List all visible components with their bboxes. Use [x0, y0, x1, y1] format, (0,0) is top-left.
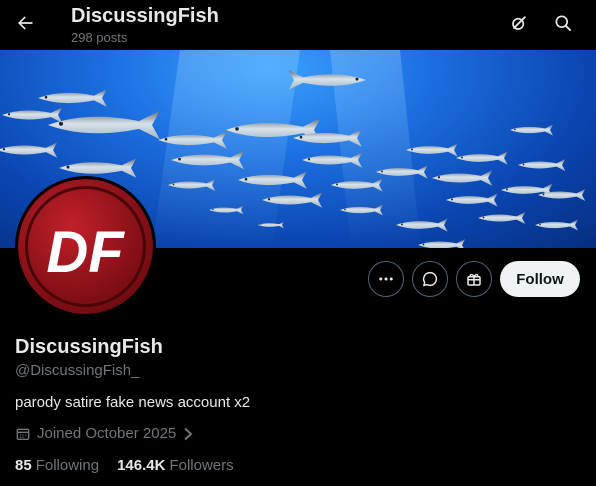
fish-shape [510, 124, 553, 136]
fish-shape [518, 158, 566, 172]
follow-stats: 85 Following 146.4K Followers [15, 456, 234, 476]
followers-link[interactable]: 146.4K Followers [117, 456, 234, 476]
chevron-right-icon [184, 427, 193, 441]
following-label: Following [35, 457, 100, 474]
fish-shape [418, 238, 466, 248]
fish-shape [38, 89, 107, 107]
followers-label: Followers [169, 457, 234, 474]
fish-shape [535, 219, 578, 231]
fish-shape [2, 107, 63, 123]
fish-shape [432, 170, 493, 186]
fish-shape [48, 110, 160, 140]
message-icon [422, 271, 438, 287]
calendar-icon [16, 428, 30, 440]
following-link[interactable]: 85 Following [15, 456, 99, 476]
profile-handle: @DiscussingFish_ [15, 362, 140, 379]
profile-bio: parody satire fake news account x2 [15, 394, 251, 411]
fish-shape [478, 211, 526, 225]
following-count: 85 [15, 457, 32, 474]
message-button[interactable] [412, 261, 448, 297]
grok-button[interactable] [504, 8, 534, 38]
discussingfish-logo: DF [18, 179, 153, 314]
profile-avatar[interactable]: DF [15, 176, 156, 317]
followers-count: 146.4K [117, 457, 166, 474]
header-title-block: DiscussingFish 298 posts [71, 4, 219, 47]
joined-label: Joined October 2025 [37, 425, 177, 442]
gift-button[interactable] [456, 261, 492, 297]
back-button[interactable] [10, 8, 40, 38]
fish-shape [406, 143, 458, 157]
profile-name: DiscussingFish [15, 336, 163, 358]
joined-date[interactable]: Joined October 2025 [15, 424, 194, 444]
arrow-left-icon [18, 16, 33, 30]
search-button[interactable] [548, 8, 578, 38]
search-icon [555, 15, 571, 32]
fish-shape [0, 142, 58, 158]
gift-icon [467, 273, 481, 286]
svg-text:DF: DF [46, 220, 125, 285]
grok-icon [512, 16, 526, 30]
posts-count: 298 posts [71, 30, 128, 45]
fish-shape [446, 193, 498, 207]
header-title: DiscussingFish [71, 5, 219, 27]
fish-shape [456, 151, 508, 165]
top-bar: DiscussingFish 298 posts [0, 0, 596, 50]
fish-shape [59, 158, 137, 178]
more-button[interactable] [368, 261, 404, 297]
follow-button[interactable]: Follow [500, 261, 580, 297]
more-icon [379, 277, 393, 281]
